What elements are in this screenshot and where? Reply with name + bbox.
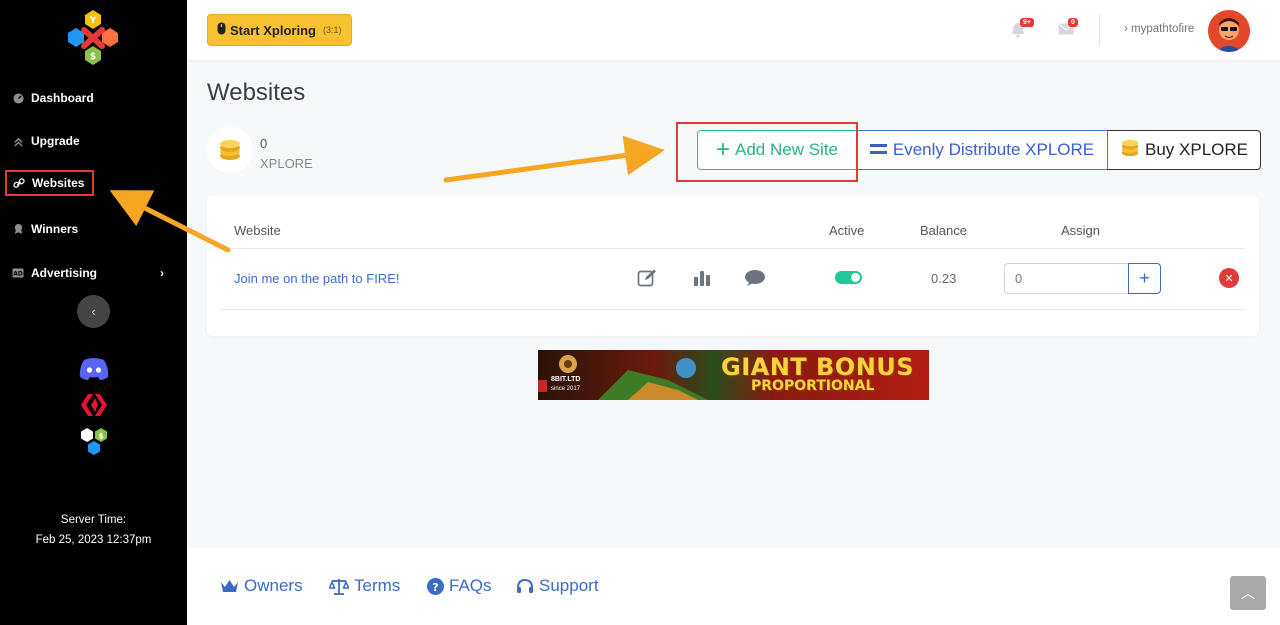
- sidebar-item-label: Dashboard: [31, 91, 94, 105]
- sidebar: Y $ Dashboard Upgrade Websites Winners A…: [0, 0, 187, 625]
- banner-title: GIANT BONUS: [721, 353, 915, 381]
- ad-banner[interactable]: 8BIT.LTD since 2017 GIANT BONUS PROPORTI…: [538, 350, 929, 400]
- page-title: Websites: [207, 79, 306, 106]
- delete-site-button[interactable]: ✕: [1219, 268, 1239, 288]
- sidebar-item-websites[interactable]: Websites: [5, 170, 95, 196]
- notifications-badge: 9+: [1020, 18, 1034, 27]
- question-icon: ?: [427, 577, 444, 595]
- sidebar-item-label: Upgrade: [31, 134, 80, 148]
- footer-link-label: Owners: [244, 576, 303, 595]
- footer-link-faqs[interactable]: ? FAQs: [427, 576, 492, 596]
- edit-icon[interactable]: [636, 267, 658, 289]
- column-header-active: Active: [829, 223, 865, 238]
- user-menu-link[interactable]: › mypathtofire: [1124, 23, 1194, 35]
- scale-icon: [329, 578, 349, 595]
- chevron-up-icon: ︿: [1241, 585, 1255, 601]
- svg-text:?: ?: [432, 581, 438, 594]
- collapse-sidebar-button[interactable]: ‹: [77, 295, 110, 328]
- divider: [221, 248, 1245, 249]
- topbar: Start Xploring (3:1) 9+ 0 › mypathtofire: [187, 0, 1280, 60]
- start-xploring-ratio: (3:1): [322, 25, 342, 35]
- upgrade-icon: [12, 135, 24, 147]
- sidebar-item-winners[interactable]: Winners: [12, 222, 78, 236]
- server-time-value: Feb 25, 2023 12:37pm: [35, 534, 152, 546]
- banner-subtitle: PROPORTIONAL: [751, 378, 875, 394]
- award-icon: [12, 223, 24, 235]
- buy-xplore-label: Buy XPLORE: [1145, 140, 1248, 159]
- xplore-balance-unit: XPLORE: [260, 156, 313, 171]
- add-new-site-label: Add New Site: [735, 140, 838, 159]
- evenly-distribute-label: Evenly Distribute XPLORE: [892, 140, 1095, 159]
- evenly-distribute-button[interactable]: Evenly Distribute XPLORE: [857, 130, 1108, 170]
- close-icon: ✕: [1224, 272, 1234, 285]
- stats-icon[interactable]: [691, 267, 713, 289]
- crown-icon: [221, 580, 238, 592]
- headset-icon: [517, 578, 533, 593]
- avatar[interactable]: [1208, 10, 1250, 52]
- column-header-assign: Assign: [1061, 223, 1101, 238]
- coins-icon: [1120, 139, 1140, 162]
- site-balance: 0.23: [931, 271, 957, 286]
- server-time-label: Server Time:: [60, 514, 127, 526]
- scroll-to-top-button[interactable]: ︿: [1230, 576, 1266, 610]
- banner-since: since 2017: [551, 386, 581, 392]
- plus-icon: +: [715, 136, 730, 163]
- equals-icon: [869, 140, 887, 160]
- svg-text:$: $: [90, 52, 96, 62]
- footer-link-terms[interactable]: Terms: [329, 576, 400, 596]
- assign-input[interactable]: [1004, 263, 1128, 294]
- site-actions: + Add New Site Evenly Distribute XPLORE …: [697, 130, 1261, 170]
- server-time: Server Time: Feb 25, 2023 12:37pm: [0, 510, 187, 550]
- dashboard-icon: [12, 92, 24, 104]
- sidebar-item-label: Advertising: [31, 266, 98, 280]
- chevron-left-icon: ‹: [91, 304, 96, 319]
- footer-link-label: Terms: [354, 576, 401, 595]
- footer-link-label: Support: [539, 576, 599, 595]
- xplorer-logo[interactable]: Y $: [62, 8, 124, 68]
- plus-icon: +: [1139, 268, 1150, 288]
- footer: Owners Terms ? FAQs Support: [187, 548, 1280, 625]
- link-icon: [13, 177, 25, 189]
- ad-icon: AD: [12, 267, 24, 279]
- sidebar-item-dashboard[interactable]: Dashboard: [12, 91, 94, 105]
- buy-xplore-button[interactable]: Buy XPLORE: [1108, 130, 1261, 170]
- chevron-right-icon: ›: [1124, 23, 1128, 35]
- annotation-arrow-add-site: [443, 135, 665, 183]
- svg-text:Y: Y: [89, 16, 97, 26]
- messages-button[interactable]: 0: [1058, 18, 1078, 38]
- banner-brand: 8BIT.LTD: [551, 376, 581, 383]
- xplore-balance: 0: [260, 136, 268, 151]
- sidebar-item-label: Winners: [31, 222, 79, 236]
- sidebar-item-label: Websites: [32, 176, 85, 190]
- topbar-divider: [1099, 14, 1100, 46]
- sidebar-item-advertising[interactable]: AD Advertising ›: [12, 266, 164, 280]
- messages-badge: 0: [1068, 18, 1078, 27]
- username: mypathtofire: [1131, 23, 1195, 35]
- notifications-button[interactable]: 9+: [1010, 18, 1034, 38]
- column-header-balance: Balance: [920, 223, 967, 238]
- footer-link-label: FAQs: [449, 576, 492, 595]
- svg-text:$: $: [98, 432, 104, 441]
- comment-icon[interactable]: [744, 267, 766, 289]
- footer-link-support[interactable]: Support: [516, 576, 599, 596]
- discord-icon[interactable]: [77, 354, 110, 384]
- divider: [221, 309, 1245, 310]
- sidebar-item-upgrade[interactable]: Upgrade: [12, 134, 80, 148]
- start-xploring-button[interactable]: Start Xploring (3:1): [207, 14, 353, 46]
- column-header-website: Website: [234, 223, 281, 238]
- start-xploring-label: Start Xploring: [230, 22, 316, 38]
- websites-table: Website Active Balance Assign Join me on…: [207, 195, 1259, 336]
- hive-icon[interactable]: [77, 390, 110, 420]
- xplorer-small-logo-icon[interactable]: $: [77, 427, 110, 457]
- svg-text:AD: AD: [13, 271, 23, 278]
- add-new-site-button[interactable]: + Add New Site: [697, 130, 857, 170]
- assign-plus-button[interactable]: +: [1128, 263, 1161, 294]
- chevron-right-icon: ›: [160, 266, 164, 280]
- coins-icon: [207, 127, 253, 173]
- website-link[interactable]: Join me on the path to FIRE!: [234, 271, 399, 286]
- active-toggle[interactable]: [835, 271, 862, 284]
- footer-link-owners[interactable]: Owners: [220, 576, 303, 596]
- mouse-icon: [217, 22, 226, 38]
